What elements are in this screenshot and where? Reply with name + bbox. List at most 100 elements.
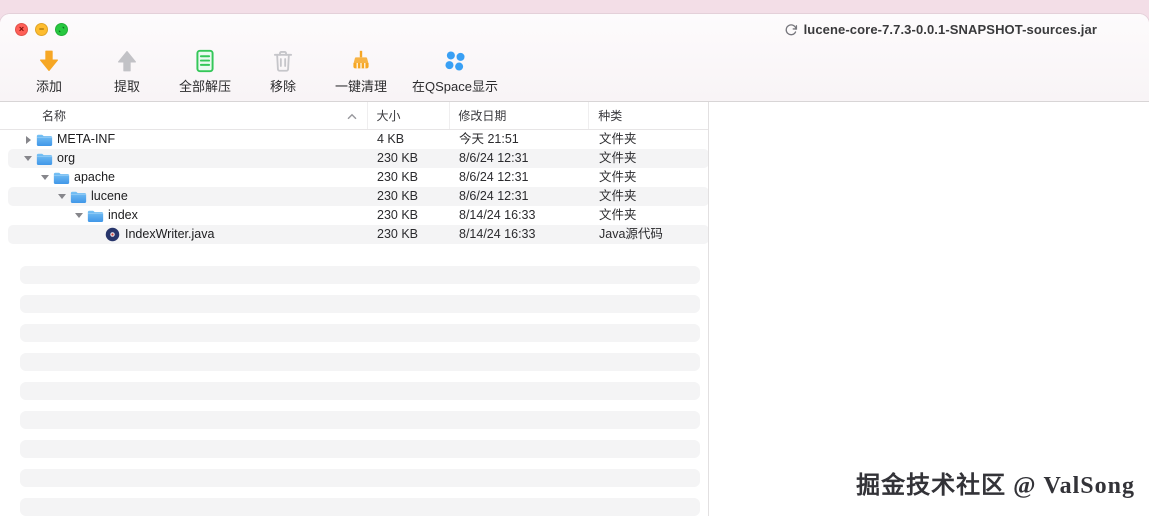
title-area: lucene-core-7.7.3-0.0.1-SNAPSHOT-sources…: [784, 22, 1097, 37]
preview-pane: 掘金技术社区 @ ValSong: [709, 102, 1149, 516]
disclosure-triangle[interactable]: [56, 194, 68, 199]
column-header-name[interactable]: 名称: [0, 102, 368, 129]
cell-date: 8/6/24 12:31: [459, 170, 529, 184]
show-in-qspace-button[interactable]: 在QSpace显示: [412, 44, 498, 95]
cell-kind: 文件夹: [599, 132, 637, 146]
toolbar-button-label: 一键清理: [334, 79, 387, 94]
cell-size: 230 KB: [377, 208, 419, 222]
archive-window: × − lucene-core-7.7.3-0.0.1-SNAPSHOT-sour…: [0, 14, 1149, 517]
file-name: META-INF: [57, 132, 116, 146]
toolbar-button-label: 移除: [269, 79, 296, 94]
window-title: lucene-core-7.7.3-0.0.1-SNAPSHOT-sources…: [803, 22, 1097, 37]
cell-size: 230 KB: [377, 189, 419, 203]
cell-kind: 文件夹: [599, 151, 637, 165]
cell-date: 8/6/24 12:31: [459, 151, 529, 165]
file-name: org: [57, 151, 76, 165]
cell-size: 230 KB: [377, 227, 419, 241]
cell-name: META-INF: [8, 130, 368, 149]
remove-button[interactable]: 移除: [256, 44, 310, 95]
empty-row-stripe: [20, 440, 700, 458]
disclosure-triangle[interactable]: [22, 136, 34, 144]
watermark: 掘金技术社区 @ ValSong: [856, 473, 1135, 499]
disclosure-triangle[interactable]: [22, 156, 34, 161]
file-row[interactable]: org 230 KB 8/6/24 12:31 文件夹: [8, 149, 708, 168]
empty-row-stripe: [20, 266, 700, 284]
empty-row-stripe: [20, 411, 700, 429]
empty-row-stripe: [20, 353, 700, 371]
unzip-document-icon: [192, 44, 218, 74]
column-header-kind[interactable]: 种类: [589, 102, 708, 129]
file-row[interactable]: index 230 KB 8/14/24 16:33 文件夹: [8, 206, 708, 225]
folder-icon: [68, 190, 88, 204]
folder-icon: [51, 171, 71, 185]
close-button[interactable]: ×: [15, 23, 28, 36]
titlebar: × − lucene-core-7.7.3-0.0.1-SNAPSHOT-sour…: [0, 14, 1149, 102]
cell-date: 8/6/24 12:31: [459, 189, 529, 203]
cell-name: IndexWriter.java: [8, 225, 368, 244]
file-name: IndexWriter.java: [125, 227, 215, 241]
column-header-label: 修改日期: [458, 109, 507, 123]
file-row[interactable]: META-INF 4 KB 今天 21:51 文件夹: [8, 130, 708, 149]
zoom-button[interactable]: [55, 23, 68, 36]
file-row[interactable]: IndexWriter.java 230 KB 8/14/24 16:33 Java源…: [8, 225, 708, 244]
qspace-flower-icon: [442, 44, 468, 74]
cell-name: apache: [8, 168, 368, 187]
file-name: index: [108, 208, 138, 222]
cell-name: index: [8, 206, 368, 225]
extract-up-arrow-icon: [114, 44, 140, 74]
empty-stripes: [20, 266, 708, 516]
toolbar-button-label: 在QSpace显示: [412, 79, 498, 94]
window-content: 名称 大小 修改日期 种类 META-INF 4 KB 今天 21:51 文件夹 org 230…: [0, 102, 1149, 516]
file-row[interactable]: lucene 230 KB 8/6/24 12:31 文件夹: [8, 187, 708, 206]
folder-icon: [34, 152, 54, 166]
column-header-label: 种类: [598, 109, 623, 123]
file-row[interactable]: apache 230 KB 8/6/24 12:31 文件夹: [8, 168, 708, 187]
column-header-label: 大小: [376, 109, 401, 123]
cell-size: 230 KB: [377, 151, 419, 165]
sync-arrow-icon[interactable]: [784, 23, 798, 37]
extract-all-button[interactable]: 全部解压: [178, 44, 232, 95]
empty-row-stripe: [20, 382, 700, 400]
table-header: 名称 大小 修改日期 种类: [0, 102, 708, 130]
clean-brush-icon: [348, 44, 374, 74]
cell-kind: 文件夹: [599, 170, 637, 184]
cell-kind: Java源代码: [599, 227, 663, 241]
toolbar: 添加 提取 全部解压 移除 一键清理 在QSpace显示: [22, 44, 498, 95]
toolbar-button-label: 全部解压: [178, 79, 231, 94]
empty-row-stripe: [20, 324, 700, 342]
cell-name: lucene: [8, 187, 368, 206]
cell-name: org: [8, 149, 368, 168]
desktop-background: × − lucene-core-7.7.3-0.0.1-SNAPSHOT-sour…: [0, 0, 1149, 517]
minimize-button[interactable]: −: [35, 23, 48, 36]
column-header-date[interactable]: 修改日期: [450, 102, 590, 129]
toolbar-button-label: 添加: [35, 79, 62, 94]
trash-icon: [270, 44, 296, 74]
column-header-size[interactable]: 大小: [368, 102, 451, 129]
folder-icon: [34, 133, 54, 147]
cell-size: 230 KB: [377, 170, 419, 184]
toolbar-button-label: 提取: [113, 79, 140, 94]
folder-icon: [85, 209, 105, 223]
cell-kind: 文件夹: [599, 189, 637, 203]
cell-date: 8/14/24 16:33: [459, 208, 536, 222]
column-header-label: 名称: [42, 109, 67, 123]
cell-kind: 文件夹: [599, 208, 637, 222]
disclosure-triangle[interactable]: [73, 213, 85, 218]
empty-row-stripe: [20, 469, 700, 487]
file-rows: META-INF 4 KB 今天 21:51 文件夹 org 230 KB 8/6/24 1…: [0, 130, 708, 244]
add-button[interactable]: 添加: [22, 44, 76, 95]
file-name: apache: [74, 170, 116, 184]
empty-row-stripe: [20, 295, 700, 313]
file-name: lucene: [91, 189, 128, 203]
traffic-lights: × −: [15, 23, 68, 36]
sort-indicator-icon: [347, 109, 357, 123]
disclosure-triangle[interactable]: [39, 175, 51, 180]
add-down-arrow-icon: [36, 44, 62, 74]
cell-date: 8/14/24 16:33: [459, 227, 536, 241]
extract-button[interactable]: 提取: [100, 44, 154, 95]
empty-row-stripe: [20, 498, 700, 516]
clean-button[interactable]: 一键清理: [334, 44, 388, 95]
file-list-pane: 名称 大小 修改日期 种类 META-INF 4 KB 今天 21:51 文件夹 org 230…: [0, 102, 709, 516]
java-file-icon: [102, 227, 122, 242]
cell-date: 今天 21:51: [459, 132, 519, 146]
